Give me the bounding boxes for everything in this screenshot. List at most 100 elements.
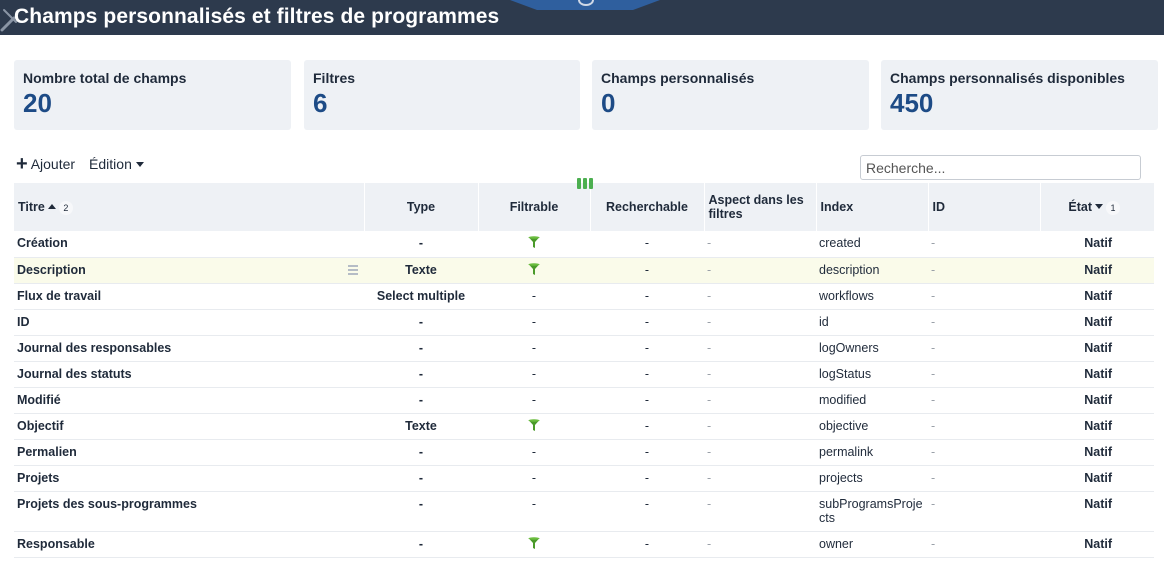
edit-dropdown[interactable]: Édition [89,156,144,172]
plus-icon: + [16,153,28,175]
stat-card-filters: Filtres 6 [304,60,580,130]
cell-title-text: Journal des responsables [17,340,172,355]
search-input[interactable] [860,155,1141,180]
cell-aspect: - [704,231,816,257]
cell-searchable: - [590,283,704,309]
cell-state-text: Natif [1084,366,1112,381]
cell-id-text: - [931,470,936,485]
column-header-searchable[interactable]: Recherchable [590,183,705,231]
drag-handle-icon[interactable] [348,264,358,277]
cell-title-text: Description [17,262,86,277]
cell-index-text: owner [819,536,854,551]
cell-id: - [928,465,1040,491]
table-row[interactable]: Responsable - - - owner - Natif [14,531,1154,557]
cell-type-text: - [418,236,424,250]
cell-filterable: - [478,439,590,465]
cell-title: Permalien [14,439,364,465]
cell-state: Natif [1040,257,1154,283]
cell-aspect: - [704,465,816,491]
cell-id-text: - [931,536,936,551]
column-label: État [1068,199,1092,214]
cell-title: Journal des responsables [14,335,364,361]
cell-type: - [364,491,478,531]
cell-aspect: - [704,361,816,387]
cell-aspect-text: - [707,470,712,485]
edit-dropdown-label: Édition [89,156,132,172]
cell-title: Modifié [14,387,364,413]
cell-searchable: - [590,387,704,413]
stat-value: 450 [890,88,934,118]
cell-id: - [928,413,1040,439]
cell-id: - [928,361,1040,387]
cell-state-text: Natif [1084,236,1112,250]
cell-index-text: subProgramsProjects [819,496,923,525]
cell-title: Responsable [14,531,364,557]
cell-searchable-text: - [644,470,650,485]
column-header-id[interactable]: ID [928,183,1041,231]
cell-title-text: Permalien [17,444,77,459]
table-row[interactable]: ID - - - - id - Natif [14,309,1154,335]
cell-state-text: Natif [1084,340,1112,355]
column-label: Titre [18,199,45,214]
cell-aspect: - [704,531,816,557]
sort-order-badge: 1 [1106,200,1120,215]
cell-type-text: Select multiple [376,288,466,303]
cell-aspect: - [704,491,816,531]
column-header-title[interactable]: Titre 2 [14,183,365,231]
cell-aspect-text: - [707,444,712,459]
cell-id: - [928,491,1040,531]
cell-filterable-text: - [531,314,537,329]
cell-aspect-text: - [707,392,712,407]
table-row[interactable]: Projets des sous-programmes - - - - subProgra… [14,491,1154,531]
cell-searchable-text: - [644,444,650,459]
add-button[interactable]: + Ajouter [16,153,75,175]
column-header-filterable[interactable]: Filtrable [478,183,591,231]
cell-id: - [928,257,1040,283]
stat-label: Nombre total de champs [23,70,187,86]
cell-index-text: id [819,314,829,329]
column-toggle-icon[interactable] [577,178,595,189]
sort-asc-icon [47,203,56,209]
column-header-type[interactable]: Type [364,183,479,231]
cell-state-text: Natif [1084,314,1112,329]
column-header-state[interactable]: État 1 [1040,183,1154,231]
cell-state: Natif [1040,309,1154,335]
table-row[interactable]: Journal des responsables - - - - logOwners - Na… [14,335,1154,361]
table-row[interactable]: Création - - - created - Natif [14,231,1154,257]
cell-aspect-text: - [707,366,712,381]
cell-state-text: Natif [1084,392,1112,407]
table-row[interactable]: Description Texte - - description - Natif [14,257,1154,283]
cell-state: Natif [1040,283,1154,309]
cell-id-text: - [931,392,936,407]
cell-aspect-text: - [707,496,712,511]
stat-value: 0 [601,88,616,118]
cell-filterable: - [478,309,590,335]
table-row[interactable]: Objectif Texte - - objective - Natif [14,413,1154,439]
cell-title-text: Projets des sous-programmes [17,496,197,511]
funnel-icon [528,418,540,434]
column-header-index[interactable]: Index [816,183,929,231]
stat-value: 6 [313,88,328,118]
cell-type: Select multiple [364,283,478,309]
sort-desc-icon [1095,203,1103,209]
cell-title: Flux de travail [14,283,364,309]
cell-filterable: - [478,491,590,531]
cell-searchable: - [590,361,704,387]
table-row[interactable]: Flux de travail Select multiple - - - workflo… [14,283,1154,309]
cell-searchable-text: - [644,496,650,511]
stat-value: 20 [23,88,52,118]
cell-type-text: - [418,536,424,551]
table-row[interactable]: Projets - - - - projects - Natif [14,465,1154,491]
cell-index: description [816,257,928,283]
table-row[interactable]: Permalien - - - - permalink - Natif [14,439,1154,465]
cell-aspect: - [704,387,816,413]
cell-type-text: - [418,340,424,355]
table-row[interactable]: Journal des statuts - - - - logStatus - Natif [14,361,1154,387]
cell-type: - [364,335,478,361]
table-row[interactable]: Modifié - - - - modified - Natif [14,387,1154,413]
column-header-aspect[interactable]: Aspect dans les filtres [704,183,817,231]
cell-title: Journal des statuts [14,361,364,387]
cell-state-text: Natif [1084,444,1112,459]
toolbar: + Ajouter Édition [16,153,158,175]
cell-searchable: - [590,531,704,557]
